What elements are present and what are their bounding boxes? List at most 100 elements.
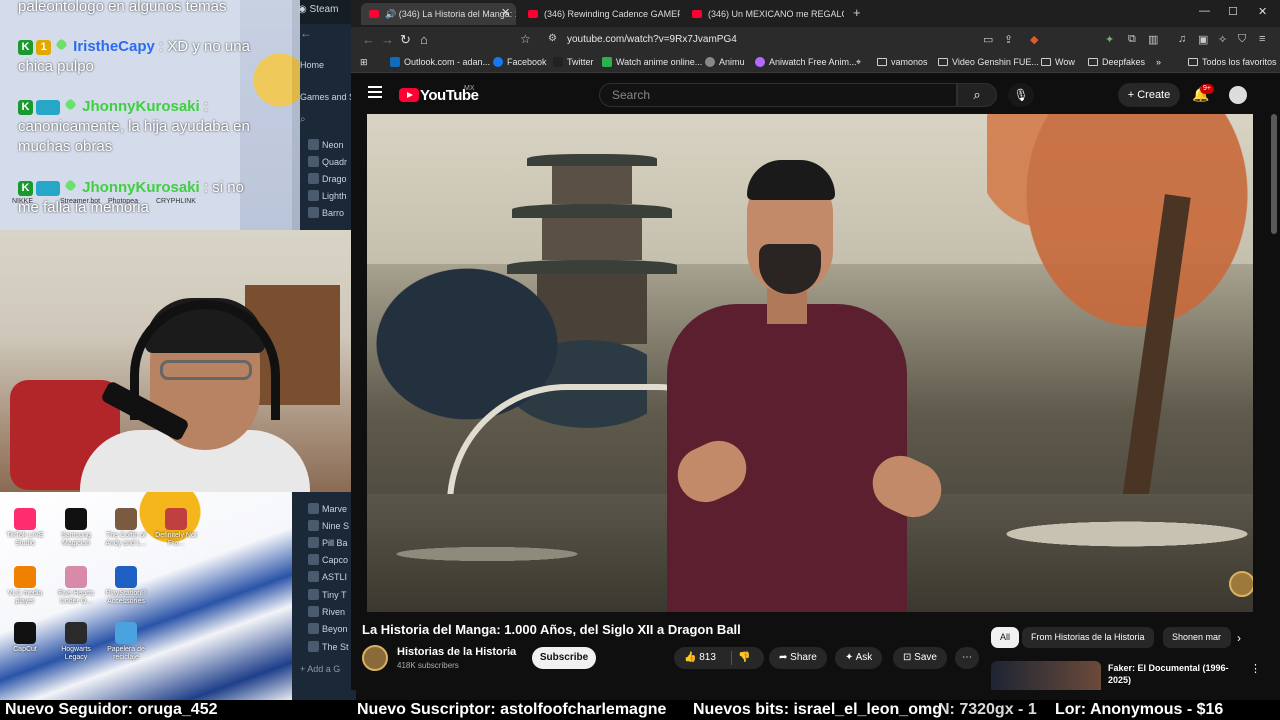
minimize-icon[interactable]: — bbox=[1199, 5, 1210, 17]
cast-icon[interactable]: ▭ bbox=[983, 33, 993, 46]
steam-add-game-button[interactable]: + Add a G bbox=[300, 664, 340, 674]
maximize-icon[interactable]: ☐ bbox=[1228, 5, 1238, 18]
bookmark-folder[interactable]: Deepfakes bbox=[1088, 57, 1145, 67]
sub-badge-icon: 1 bbox=[36, 39, 51, 55]
share-button[interactable]: ➦ Share bbox=[769, 647, 827, 669]
subscribe-button[interactable]: Subscribe bbox=[532, 647, 596, 669]
steam-games-filter[interactable]: Games and S bbox=[300, 92, 355, 102]
shield-icon[interactable]: ⛉ bbox=[1238, 33, 1246, 46]
steam-game-item[interactable]: Capco bbox=[308, 554, 348, 565]
back-icon[interactable]: ← bbox=[362, 32, 375, 47]
search-icon[interactable]: ⌕ bbox=[300, 114, 306, 125]
chip-all[interactable]: All bbox=[991, 627, 1020, 648]
folder-icon bbox=[1188, 58, 1198, 66]
create-button[interactable]: + Create bbox=[1118, 83, 1180, 107]
game-icon bbox=[308, 623, 319, 634]
steam-game-item[interactable]: Marve bbox=[308, 503, 347, 514]
bookmark-folder[interactable]: Wow bbox=[1041, 57, 1075, 67]
steam-game-item[interactable]: Quadr bbox=[308, 156, 347, 167]
steam-game-item[interactable]: Riven bbox=[308, 606, 345, 617]
bookmark-item[interactable]: ⌖ bbox=[856, 57, 861, 68]
bookmark-folder[interactable]: Todos los favoritos bbox=[1188, 57, 1277, 67]
desktop-icon[interactable]: Papelera de reciclaje bbox=[99, 622, 153, 662]
desktop-icon[interactable]: Samsung Magician bbox=[49, 508, 103, 548]
forward-icon[interactable]: → bbox=[381, 32, 394, 47]
youtube-logo-icon[interactable] bbox=[399, 88, 419, 102]
desktop-icon[interactable]: PlayStation® Accessories bbox=[99, 566, 153, 606]
bookmark-item[interactable]: Watch anime online... bbox=[602, 57, 702, 67]
search-button[interactable]: ⌕ bbox=[957, 83, 997, 107]
avatar[interactable] bbox=[1229, 86, 1247, 104]
recommended-title[interactable]: Faker: El Documental (1996-2025) bbox=[1108, 662, 1238, 686]
steam-game-item[interactable]: Nine S bbox=[308, 520, 349, 531]
desktop-icon[interactable]: Definitely Not Fra... bbox=[149, 508, 203, 548]
bookmark-item[interactable]: Twitter bbox=[553, 57, 594, 67]
steam-game-item[interactable]: Drago bbox=[308, 173, 347, 184]
desktop-icon[interactable]: CapCut bbox=[0, 622, 52, 654]
dislike-button[interactable]: 👎 bbox=[738, 647, 750, 669]
tab-close-icon[interactable]: ✕ bbox=[501, 6, 510, 19]
chevron-right-icon[interactable]: › bbox=[1237, 631, 1241, 645]
bookmark-icon[interactable]: ☆ bbox=[520, 32, 531, 46]
bookmark-folder[interactable]: Video Genshin FUE... bbox=[938, 57, 1039, 67]
more-actions-button[interactable]: ⋯ bbox=[955, 647, 979, 669]
chip-from-channel[interactable]: From Historias de la Historia bbox=[1022, 627, 1154, 648]
hamburger-menu-icon[interactable] bbox=[368, 86, 382, 98]
like-button[interactable]: 👍 813 bbox=[684, 652, 716, 663]
desktop-icon[interactable]: VLC media player bbox=[0, 566, 52, 606]
home-icon[interactable]: ⌂ bbox=[420, 32, 428, 47]
bookmark-item[interactable]: Outlook.com - adan... bbox=[390, 57, 490, 67]
tabs-icon[interactable]: ▣ bbox=[1198, 33, 1208, 46]
sidebar-icon[interactable]: ▥ bbox=[1148, 33, 1158, 46]
site-info-icon[interactable]: ⚙ bbox=[548, 33, 557, 44]
extension-icon[interactable]: ✦ bbox=[1105, 33, 1114, 46]
desktop-icon[interactable]: Hogwarts Legacy bbox=[49, 622, 103, 662]
channel-watermark-icon[interactable] bbox=[1229, 571, 1253, 597]
steam-game-item[interactable]: Tiny T bbox=[308, 589, 347, 600]
desktop-icon[interactable]: The Coffin of Andy and L... bbox=[99, 508, 153, 548]
desktop-icon[interactable]: TikTok LIVE Studio bbox=[0, 508, 52, 548]
recommended-thumbnail[interactable] bbox=[991, 661, 1101, 690]
reload-icon[interactable]: ↻ bbox=[400, 32, 411, 48]
url-text[interactable]: youtube.com/watch?v=9Rx7JvamPG4 bbox=[567, 34, 737, 45]
steam-game-item[interactable]: Beyon bbox=[308, 623, 348, 634]
bookmarks-overflow-icon[interactable]: » bbox=[1156, 57, 1161, 67]
steam-home-link[interactable]: Home bbox=[300, 60, 324, 70]
search-input[interactable] bbox=[599, 83, 957, 107]
bookmark-item[interactable]: Animu bbox=[705, 57, 745, 67]
channel-name[interactable]: Historias de la Historia bbox=[397, 646, 516, 658]
video-player[interactable] bbox=[367, 114, 1253, 612]
steam-game-item[interactable]: Lighth bbox=[308, 190, 347, 201]
menu-icon[interactable]: ≡ bbox=[1259, 33, 1265, 45]
channel-avatar[interactable] bbox=[362, 645, 388, 671]
voice-search-button[interactable]: 🎙 bbox=[1008, 83, 1034, 107]
share-icon[interactable]: ⇪ bbox=[1004, 33, 1013, 46]
more-vertical-icon[interactable]: ⋮ bbox=[1250, 662, 1261, 675]
bookmark-item[interactable]: Aniwatch Free Anim... bbox=[755, 57, 857, 67]
close-window-icon[interactable]: ✕ bbox=[1258, 5, 1267, 18]
steam-game-item[interactable]: ASTLI bbox=[308, 571, 347, 582]
browser-tab-active[interactable]: 🔊 (346) La Historia del Manga: 1 bbox=[361, 3, 516, 25]
puzzle-icon[interactable]: ⧉ bbox=[1128, 33, 1136, 46]
new-tab-icon[interactable]: + bbox=[853, 5, 861, 20]
bookmark-item[interactable]: Facebook bbox=[493, 57, 547, 67]
steam-tab[interactable]: ◉ Steam bbox=[298, 4, 338, 15]
apps-icon[interactable]: ⊞ bbox=[360, 57, 368, 68]
desktop-icon[interactable]: Five Hearts Under O... bbox=[49, 566, 103, 606]
page-scrollbar[interactable] bbox=[1271, 114, 1277, 234]
steam-game-item[interactable]: Neon bbox=[308, 139, 344, 150]
brave-shield-icon[interactable]: ◆ bbox=[1030, 33, 1038, 46]
copilot-icon[interactable]: ✧ bbox=[1218, 33, 1227, 46]
browser-tab[interactable]: (346) Un MEXICANO me REGALÓ ES bbox=[684, 3, 844, 25]
music-icon[interactable]: ♫ bbox=[1178, 33, 1186, 45]
chat-username: JhonnyKurosaki bbox=[82, 179, 200, 196]
chip-shonen[interactable]: Shonen mar bbox=[1163, 627, 1231, 648]
steam-game-item[interactable]: Barro bbox=[308, 207, 344, 218]
save-button[interactable]: ⊡ Save bbox=[893, 647, 947, 669]
ask-button[interactable]: ✦ Ask bbox=[835, 647, 883, 669]
steam-game-item[interactable]: Pill Ba bbox=[308, 537, 348, 548]
steam-game-item[interactable]: The St bbox=[308, 641, 349, 652]
bookmark-folder[interactable]: vamonos bbox=[877, 57, 928, 67]
steam-back-icon[interactable]: ← bbox=[300, 26, 312, 40]
browser-tab[interactable]: (346) Rewinding Cadence GAMEPLAY bbox=[520, 3, 680, 25]
